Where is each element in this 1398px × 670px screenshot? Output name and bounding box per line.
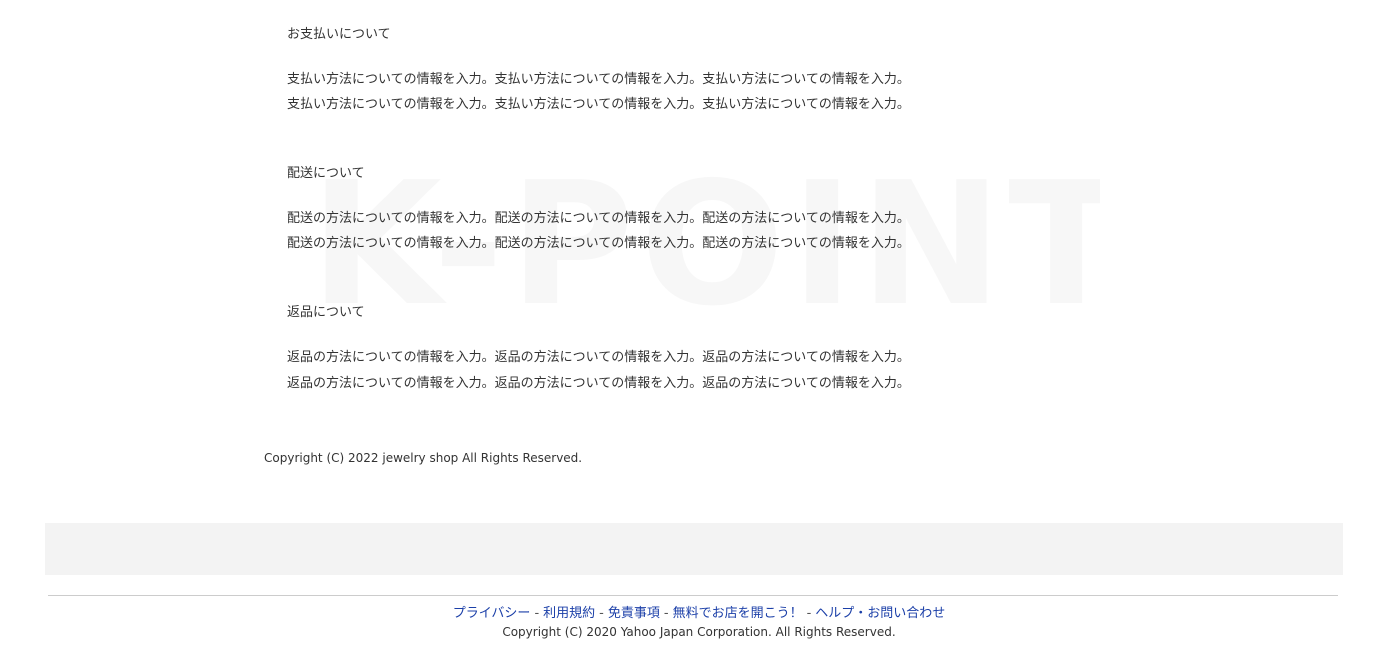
section-text-returns-line-2: 返品の方法についての情報を入力。返品の方法についての情報を入力。返品の方法につい… — [287, 376, 910, 391]
footer-separator: - — [599, 606, 604, 621]
section-text-returns-line-1: 返品の方法についての情報を入力。返品の方法についての情報を入力。返品の方法につい… — [287, 350, 910, 365]
footer-separator: - — [806, 606, 812, 621]
section-title-shipping: 配送について — [287, 166, 365, 181]
page: K-POINT お支払いについて 支払い方法についての情報を入力。支払い方法につ… — [0, 0, 1398, 670]
section-title-payment: お支払いについて — [287, 27, 391, 42]
footer-divider — [48, 595, 1338, 596]
footer-banner-area — [45, 523, 1343, 575]
footer-links: プライバシー - 利用規約 - 免責事項 - 無料でお店を開こう！ - ヘルプ・お問い合わせ — [0, 605, 1398, 623]
footer-separator: - — [663, 606, 669, 621]
footer-link-open-shop[interactable]: 無料でお店を開こう！ — [673, 606, 803, 621]
footer-copyright: Copyright (C) 2020 Yahoo Japan Corporati… — [502, 625, 896, 639]
footer-link-help-contact[interactable]: ヘルプ・お問い合わせ — [815, 606, 945, 621]
footer-link-disclaimer[interactable]: 免責事項 — [608, 606, 660, 621]
section-text-shipping-line-1: 配送の方法についての情報を入力。配送の方法についての情報を入力。配送の方法につい… — [287, 211, 910, 226]
shop-copyright: Copyright (C) 2022 jewelry shop All Righ… — [264, 451, 583, 465]
footer-link-privacy[interactable]: プライバシー — [453, 606, 531, 621]
footer-separator: - — [534, 606, 540, 621]
section-text-payment-line-2: 支払い方法についての情報を入力。支払い方法についての情報を入力。支払い方法につい… — [287, 97, 910, 112]
section-text-payment-line-1: 支払い方法についての情報を入力。支払い方法についての情報を入力。支払い方法につい… — [287, 72, 910, 87]
footer-link-terms[interactable]: 利用規約 — [543, 606, 595, 621]
section-text-shipping-line-2: 配送の方法についての情報を入力。配送の方法についての情報を入力。配送の方法につい… — [287, 236, 910, 251]
section-title-returns: 返品について — [287, 305, 365, 320]
